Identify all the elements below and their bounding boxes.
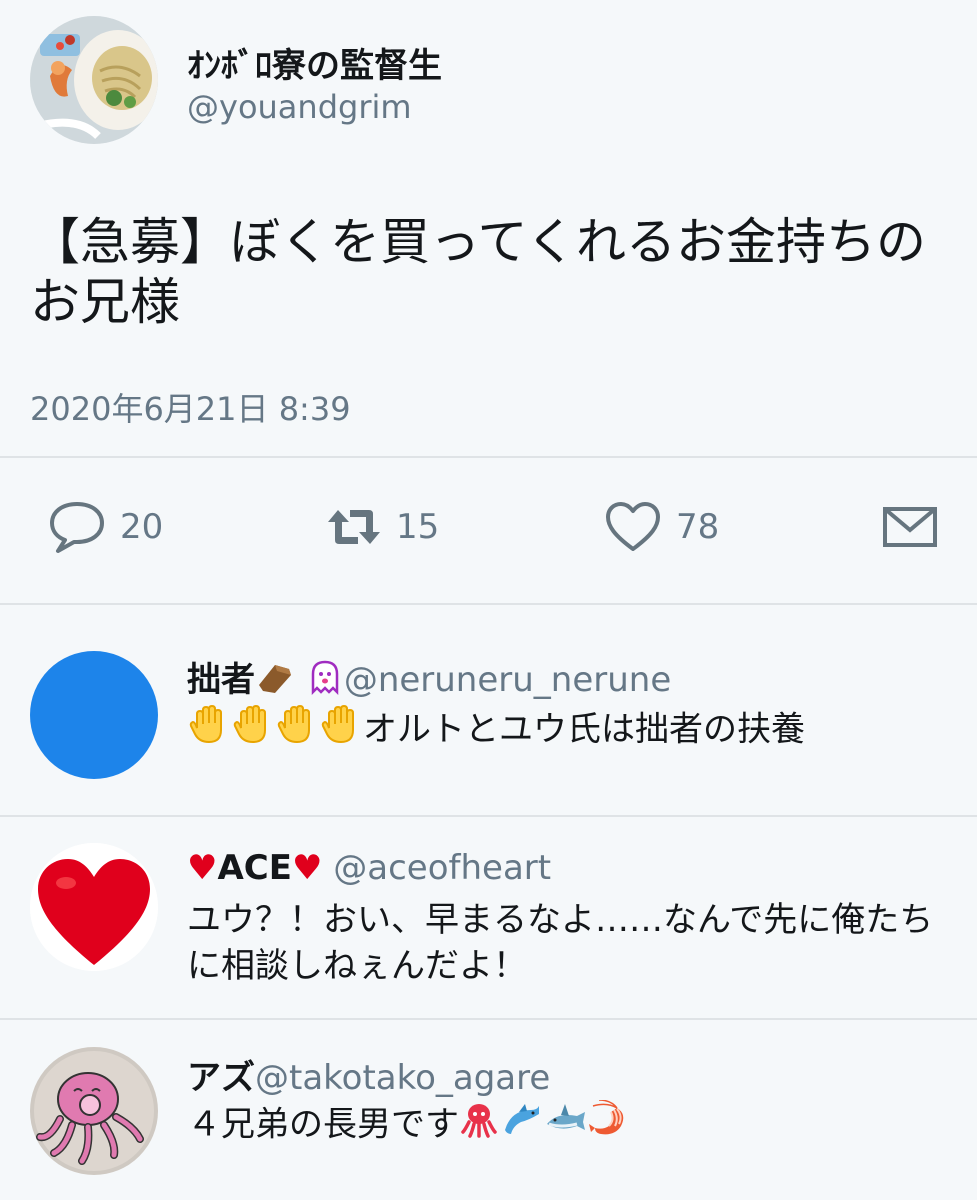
reply-header: アズ@takotako_agare: [187, 1050, 550, 1099]
heart-icon: [606, 502, 660, 551]
divider: [0, 815, 977, 817]
share-dm-button[interactable]: [882, 506, 938, 548]
retweet-button[interactable]: 15: [326, 504, 439, 550]
reply-author-name[interactable]: 拙者: [187, 660, 255, 700]
reply-avatar[interactable]: [30, 843, 158, 971]
reply-header: ♥ACE♥ @aceofheart: [187, 848, 551, 888]
blue-circle-avatar: [30, 651, 158, 779]
reply-text-line: オルトとユウ氏は拙者の扶養: [187, 704, 957, 758]
reply-count: 20: [120, 507, 164, 547]
shrimp-icon: [587, 1099, 631, 1152]
tweet-timestamp[interactable]: 2020年6月21日 8:39: [30, 384, 351, 430]
octopus-drawing-avatar: [30, 1047, 158, 1175]
raised-hand-icon: [319, 704, 363, 758]
reply-avatar[interactable]: [30, 651, 158, 779]
retweet-count: 15: [396, 507, 440, 547]
reply-author-name[interactable]: アズ: [187, 1058, 255, 1098]
reply-text: ４兄弟の長男です: [187, 1104, 459, 1145]
author-avatar[interactable]: [30, 16, 158, 144]
author-handle[interactable]: @youandgrim: [187, 88, 412, 126]
reply-author-name[interactable]: ACE: [217, 848, 292, 888]
like-count: 78: [676, 507, 720, 547]
divider: [0, 456, 977, 458]
ghost-icon: [306, 658, 344, 705]
tweet-text: 【急募】ぼくを買ってくれるお金持ちのお兄様: [30, 213, 926, 331]
octopus-icon: [459, 1100, 499, 1152]
dolphin-icon: [499, 1100, 543, 1152]
reply-text: ユウ？！おい、早まるなよ……なんで先に俺たちに相談しねぇんだよ！: [187, 900, 934, 986]
coffin-icon: [255, 659, 295, 704]
reply-text-line: ４兄弟の長男です: [187, 1099, 957, 1152]
food-photo-icon: [30, 16, 158, 144]
heart-icon: ♥: [187, 848, 218, 888]
like-button[interactable]: 78: [604, 500, 719, 554]
shark-icon: [543, 1100, 587, 1152]
raised-hand-icon: [231, 704, 275, 758]
raised-hand-icon: [275, 704, 319, 758]
reply-icon: [50, 502, 104, 553]
reply-author-handle[interactable]: @neruneru_nerune: [344, 660, 671, 700]
reply-button[interactable]: 20: [48, 500, 163, 554]
red-heart-avatar: [30, 843, 158, 971]
heart-icon: ♥: [291, 848, 323, 888]
reply-avatar[interactable]: [30, 1047, 158, 1175]
divider: [0, 1018, 977, 1020]
divider: [0, 603, 977, 605]
reply-text: オルトとユウ氏は拙者の扶養: [363, 709, 805, 750]
reply-author-handle[interactable]: @takotako_agare: [255, 1058, 550, 1098]
reply-author-handle[interactable]: @aceofheart: [333, 848, 551, 888]
author-name[interactable]: ｵﾝﾎﾞﾛ寮の監督生: [187, 38, 442, 87]
envelope-icon: [883, 507, 937, 547]
retweet-icon: [328, 510, 380, 544]
reply-header: 拙者 @neruneru_nerune: [187, 652, 671, 705]
raised-hand-icon: [187, 704, 231, 758]
